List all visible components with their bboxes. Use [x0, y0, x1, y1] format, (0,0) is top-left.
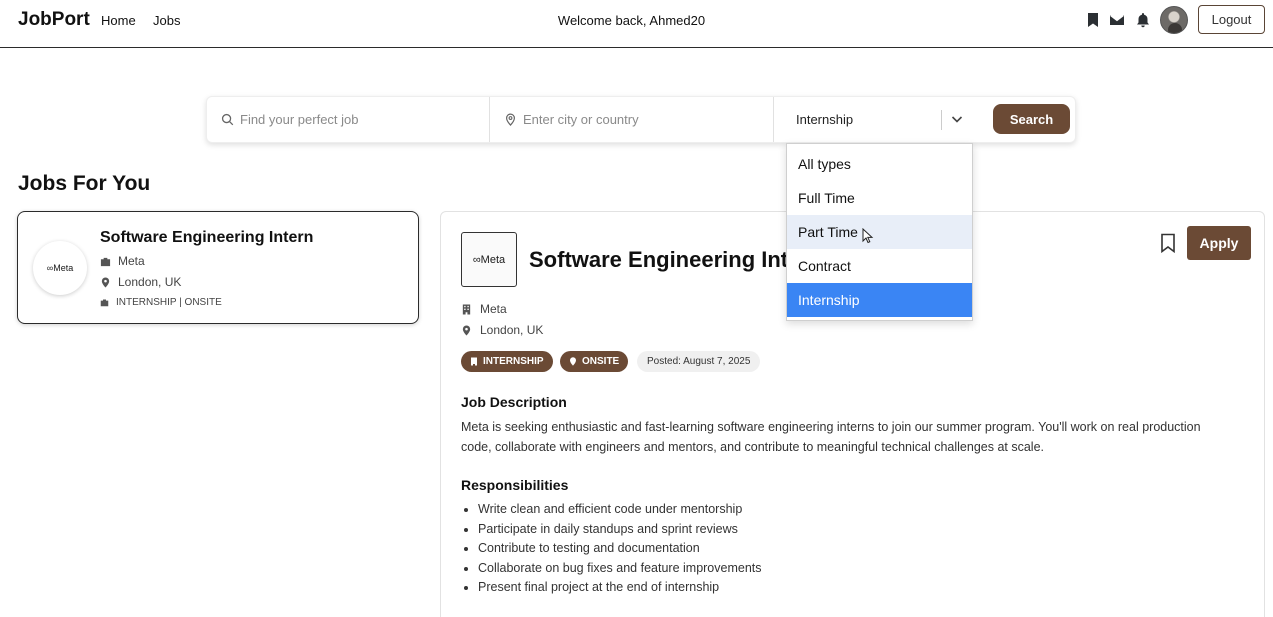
user-avatar[interactable]: [1160, 6, 1188, 34]
dropdown-option-all-types[interactable]: All types: [787, 147, 972, 181]
detail-location: London, UK: [461, 323, 543, 337]
search-button[interactable]: Search: [993, 104, 1070, 134]
job-type-text: INTERNSHIP | ONSITE: [116, 297, 222, 308]
badge-label: INTERNSHIP: [483, 356, 544, 367]
job-card[interactable]: ∞Meta Software Engineering Intern Meta L…: [17, 211, 419, 324]
job-description-heading: Job Description: [461, 394, 567, 410]
location-input[interactable]: [523, 112, 743, 127]
job-card-title: Software Engineering Intern: [100, 229, 314, 246]
location-search-field: [490, 97, 774, 142]
location-pin-icon: [462, 324, 471, 336]
dropdown-option-internship[interactable]: Internship: [787, 283, 972, 317]
job-type-select-value[interactable]: Internship: [796, 112, 853, 127]
welcome-message: Welcome back, Ahmed20: [557, 13, 706, 28]
job-search-input[interactable]: [240, 112, 460, 127]
location-pin-icon: [504, 113, 518, 127]
save-job-bookmark-icon[interactable]: [1159, 233, 1177, 253]
jobs-for-you-heading: Jobs For You: [18, 172, 151, 195]
company-logo: ∞Meta: [461, 232, 517, 287]
apply-button[interactable]: Apply: [1187, 226, 1251, 260]
list-item: Write clean and efficient code under men…: [478, 500, 762, 520]
list-item: Present final project at the end of inte…: [478, 578, 762, 598]
list-item: Participate in daily standups and sprint…: [478, 520, 762, 540]
job-type-badge: INTERNSHIP: [461, 351, 553, 372]
list-item: Collaborate on bug fixes and feature imp…: [478, 559, 762, 579]
location-pin-icon: [101, 276, 110, 288]
logout-button[interactable]: Logout: [1198, 5, 1265, 34]
select-divider: [941, 110, 942, 130]
dropdown-option-full-time[interactable]: Full Time: [787, 181, 972, 215]
job-card-location: London, UK: [100, 275, 181, 289]
mouse-pointer-icon: [862, 228, 874, 244]
job-card-type: INTERNSHIP | ONSITE: [100, 297, 222, 308]
list-item: Contribute to testing and documentation: [478, 539, 762, 559]
company-logo: ∞Meta: [33, 241, 87, 295]
work-mode-badge: ONSITE: [560, 351, 629, 372]
responsibilities-heading: Responsibilities: [461, 477, 569, 493]
dropdown-option-contract[interactable]: Contract: [787, 249, 972, 283]
dropdown-option-part-time[interactable]: Part Time: [787, 215, 972, 249]
chevron-down-icon[interactable]: [950, 112, 964, 126]
company-name: Meta: [118, 254, 145, 268]
job-description-text: Meta is seeking enthusiastic and fast-le…: [461, 420, 1201, 454]
briefcase-icon: [100, 299, 109, 307]
location-text: London, UK: [480, 323, 544, 337]
responsibilities-list: Write clean and efficient code under men…: [478, 500, 762, 598]
company-name: Meta: [480, 302, 507, 316]
top-navbar: JobPort Home Jobs Welcome back, Ahmed20 …: [0, 0, 1273, 48]
saved-jobs-bookmark-icon[interactable]: [1084, 11, 1102, 29]
search-icon: [221, 113, 235, 127]
posted-date: Posted: August 7, 2025: [637, 351, 761, 372]
building-icon: [471, 357, 477, 366]
messages-envelope-icon[interactable]: [1108, 11, 1126, 29]
building-icon: [462, 303, 471, 315]
job-search-bar: Internship Search: [206, 96, 1076, 143]
location-text: London, UK: [118, 275, 182, 289]
notifications-bell-icon[interactable]: [1134, 11, 1152, 29]
job-type-dropdown: All types Full Time Part Time Contract I…: [786, 143, 973, 321]
briefcase-icon: [100, 257, 111, 266]
job-search-field: [207, 97, 490, 142]
job-detail-title: Software Engineering Intern: [529, 247, 823, 272]
job-card-company: Meta: [100, 254, 145, 268]
location-pin-icon: [570, 357, 576, 366]
detail-company: Meta: [461, 302, 507, 316]
badge-label: ONSITE: [582, 356, 620, 367]
